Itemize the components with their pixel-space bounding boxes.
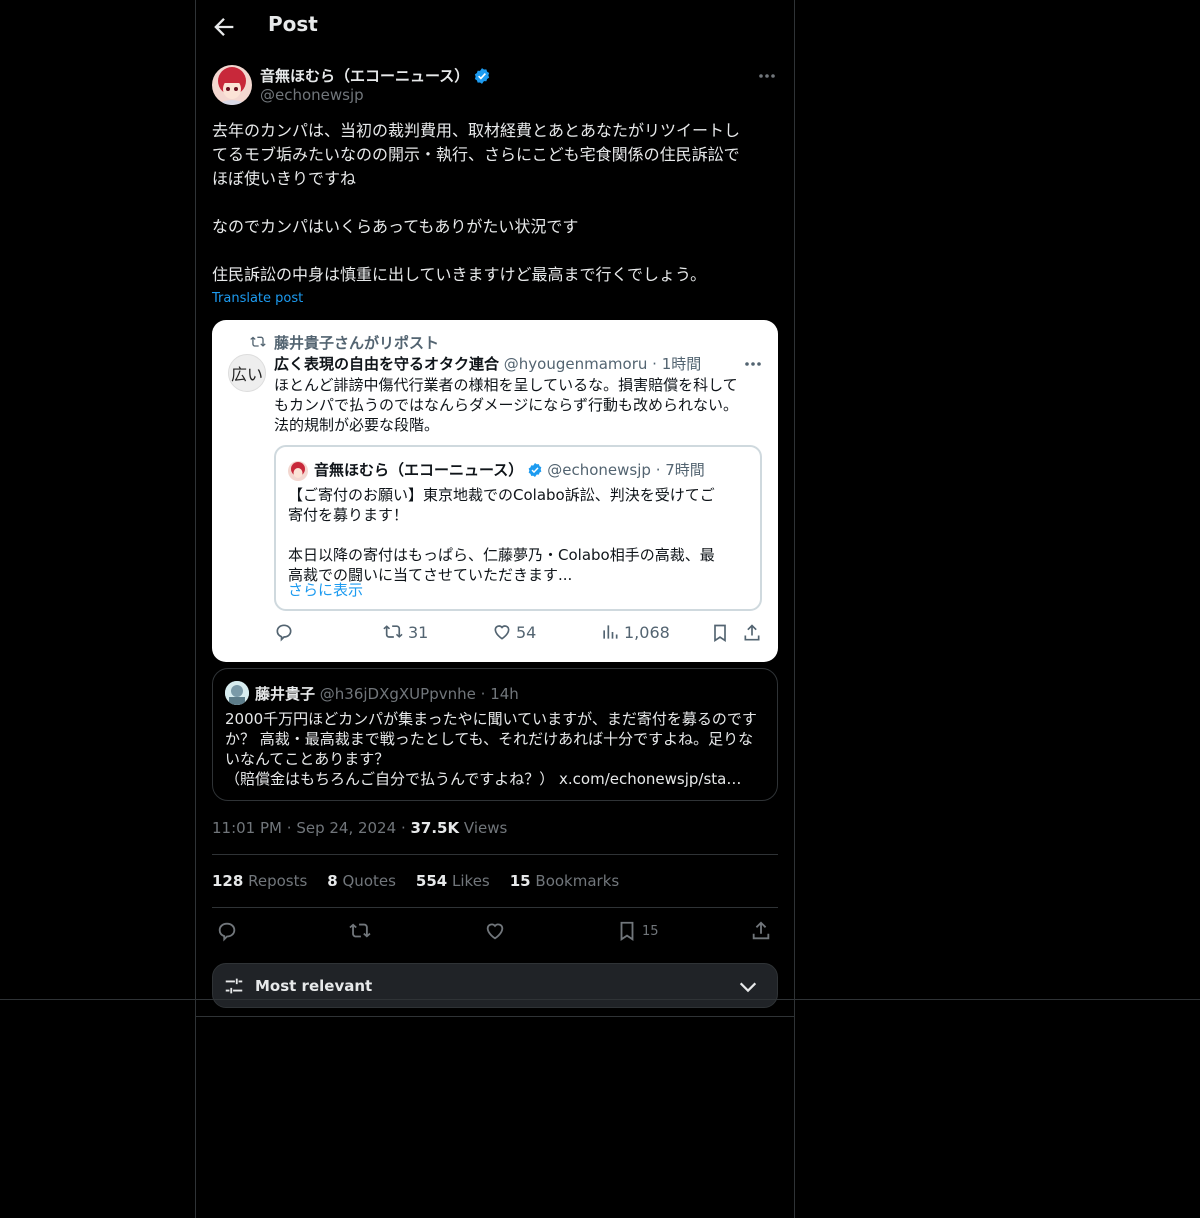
post-date[interactable]: Sep 24, 2024 xyxy=(296,819,396,837)
embedded-screenshot-image[interactable]: 藤井貴子さんがリポスト 広い 広く表現の自由を守るオタク連合 @hyougenm… xyxy=(212,320,778,662)
bookmarks-stat[interactable]: 15 Bookmarks xyxy=(510,872,619,890)
chevron-down-icon xyxy=(739,982,757,993)
analytics-icon xyxy=(603,625,618,639)
share-button[interactable] xyxy=(750,920,772,942)
post-text: 去年のカンパは、当初の裁判費用、取材経費とあとあなたがリツイートし てるモブ垢み… xyxy=(212,121,741,284)
bookmark-icon xyxy=(620,921,634,941)
share-icon xyxy=(744,624,760,641)
embedded-retweet: 31 xyxy=(382,622,428,642)
more-options-icon xyxy=(745,362,761,366)
quote-author-name: 藤井貴子 xyxy=(255,685,316,703)
quote-author-line: 藤井貴子 @h36jDXgXUPpvnhe · 14h xyxy=(255,685,519,703)
divider xyxy=(196,1016,794,1017)
reposted-by-label: 藤井貴子さんがリポスト xyxy=(274,334,440,352)
inner-author-line: 音無ほむら（エコーニュース） @echonewsjp · 7時間 xyxy=(314,459,705,480)
author-handle[interactable]: @echonewsjp xyxy=(260,86,364,104)
bookmark-icon xyxy=(714,624,726,643)
likes-stat[interactable]: 554 Likes xyxy=(416,872,490,890)
post-author: 音無ほむら（エコーニュース） @echonewsjp xyxy=(212,64,778,108)
reply-sort-dropdown[interactable]: Most relevant xyxy=(212,963,778,1008)
bookmark-count: 15 xyxy=(642,923,659,939)
inner-author-handle: @echonewsjp · 7時間 xyxy=(547,461,705,479)
sort-label: Most relevant xyxy=(255,977,373,995)
verified-badge-icon xyxy=(475,67,490,84)
inner-quoted-post: 音無ほむら（エコーニュース） @echonewsjp · 7時間 【ご寄付のお願… xyxy=(274,445,762,611)
quote-avatar xyxy=(225,681,249,705)
inner-author-name: 音無ほむら（エコーニュース） xyxy=(314,461,524,479)
embedded-action-bar: 31 54 1,068 xyxy=(274,622,764,644)
inner-text: 【ご寄付のお願い】東京地裁でのColabo訴訟、判決を受けてご 寄付を募ります！… xyxy=(288,486,715,584)
inner-avatar xyxy=(288,461,308,481)
page-header: Post xyxy=(196,0,794,54)
show-more-link: さらに表示 xyxy=(288,581,364,599)
heart-icon xyxy=(494,625,510,640)
quoted-post-card[interactable]: 藤井貴子 @h36jDXgXUPpvnhe · 14h 2000千万円ほどカンパ… xyxy=(212,668,778,801)
repost-icon xyxy=(349,923,371,938)
quoted-author-line: 広く表現の自由を守るオタク連合 @hyougenmamoru · 1時間 xyxy=(274,353,701,374)
divider xyxy=(212,907,778,908)
page-title: Post xyxy=(268,12,318,36)
avatar[interactable] xyxy=(212,65,252,105)
verified-badge-icon xyxy=(528,462,542,477)
quotes-stat[interactable]: 8 Quotes xyxy=(327,872,396,890)
quote-text: 2000千万円ほどカンパが集まったやに聞いていますが、まだ寄付を募るのです か？… xyxy=(225,710,757,788)
quoted-author-handle: @hyougenmamoru · 1時間 xyxy=(503,355,702,373)
like-button[interactable] xyxy=(484,920,506,942)
author-name-line[interactable]: 音無ほむら（エコーニュース） xyxy=(260,65,491,86)
filter-sliders-icon xyxy=(225,978,243,994)
bookmark-button[interactable]: 15 xyxy=(616,920,659,942)
author-name[interactable]: 音無ほむら（エコーニュース） xyxy=(260,65,469,86)
reply-icon xyxy=(274,622,294,642)
embedded-like-count: 54 xyxy=(516,622,537,642)
overlay-line xyxy=(0,999,1200,1000)
embedded-views-count: 1,068 xyxy=(624,622,670,642)
repost-icon xyxy=(383,625,403,638)
quote-author-handle: @h36jDXgXUPpvnhe xyxy=(319,685,476,703)
post-meta: 11:01 PM · Sep 24, 2024 · 37.5K Views xyxy=(212,819,508,837)
action-bar: 15 xyxy=(212,918,778,946)
reposts-stat[interactable]: 128 Reposts xyxy=(212,872,307,890)
embedded-like: 54 xyxy=(492,622,536,642)
heart-icon xyxy=(486,923,504,940)
views-count: 37.5K xyxy=(410,819,460,837)
reply-icon xyxy=(218,922,236,942)
reply-button[interactable] xyxy=(216,920,238,942)
quoted-avatar: 広い xyxy=(228,354,266,392)
translate-post-link[interactable]: Translate post xyxy=(212,291,303,306)
quoted-author-name: 広く表現の自由を守るオタク連合 xyxy=(274,355,500,373)
quoted-text: ほとんど誹謗中傷代行業者の様相を呈しているな。損害賠償を科して もカンパで払うの… xyxy=(274,376,738,434)
post-stats: 128 Reposts 8 Quotes 554 Likes 15 Bookma… xyxy=(212,872,619,890)
post-time[interactable]: 11:01 PM xyxy=(212,819,282,837)
quote-time: 14h xyxy=(490,685,519,703)
views-label: Views xyxy=(463,819,508,837)
repost-icon xyxy=(250,336,266,347)
divider xyxy=(212,854,778,855)
embedded-views: 1,068 xyxy=(600,622,670,642)
back-arrow-icon[interactable] xyxy=(210,13,238,41)
more-options-icon[interactable] xyxy=(756,66,778,86)
repost-button[interactable] xyxy=(348,920,372,942)
main-column: Post 音無ほむら（エコーニュース） @echonewsjp 去年のカンパは、… xyxy=(195,0,795,1218)
embedded-retweet-count: 31 xyxy=(408,622,429,642)
share-icon xyxy=(752,921,770,940)
